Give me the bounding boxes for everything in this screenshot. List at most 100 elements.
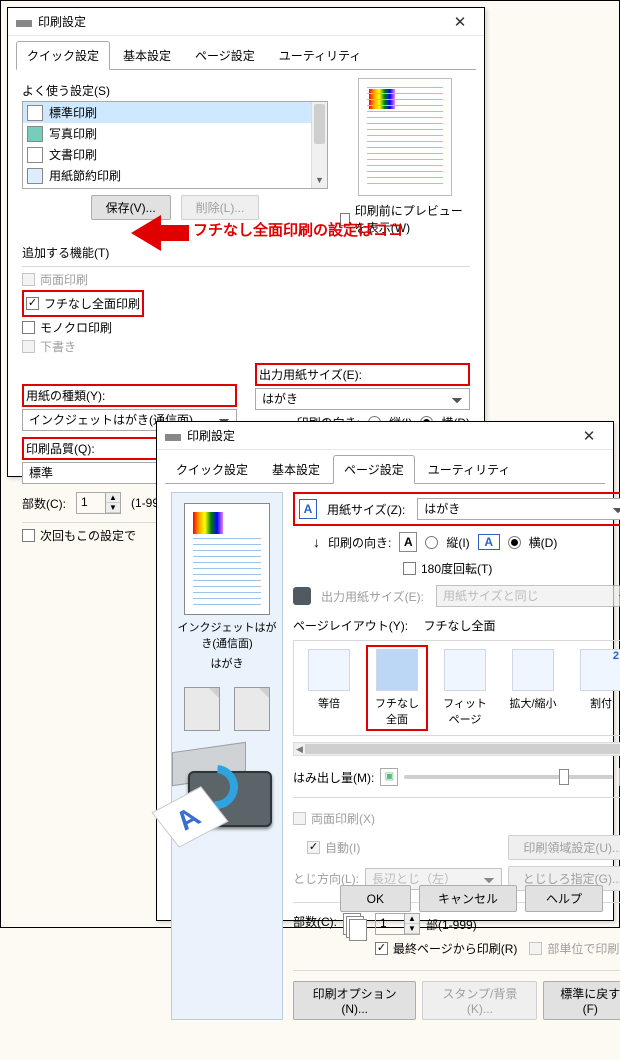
orient-label: 印刷の向き: <box>328 534 391 551</box>
landscape-page-icon[interactable] <box>234 687 270 731</box>
envelope-icon <box>27 189 43 190</box>
scrollbar[interactable]: ▲▼ <box>311 102 327 188</box>
close-icon[interactable]: ✕ <box>440 8 480 36</box>
layout-opt-fit[interactable]: フィットページ <box>436 647 494 729</box>
close-icon[interactable]: ✕ <box>569 422 609 450</box>
tab-basic[interactable]: 基本設定 <box>261 455 331 484</box>
printer-small-icon <box>293 587 311 605</box>
copies-label: 部数(C): <box>22 495 66 512</box>
copies-label: 部数(C): <box>293 913 337 930</box>
extend-min-icon: ▣ <box>380 768 398 786</box>
photo-icon <box>27 126 43 142</box>
checkbox-icon <box>403 562 416 575</box>
preview-caption: インクジェットはがき(通信面) <box>172 619 282 651</box>
list-item: 封筒印刷 <box>23 186 327 189</box>
tab-page[interactable]: ページ設定 <box>184 41 266 70</box>
auto-checkbox: 自動(I) <box>307 839 360 856</box>
checkbox-icon <box>26 297 39 310</box>
orient-landscape-radio[interactable] <box>508 536 521 549</box>
ok-button[interactable]: OK <box>340 885 411 912</box>
layout-opt-normal[interactable]: 等倍 <box>300 647 358 729</box>
preview-pane: インクジェットはがき(通信面) はがき A <box>171 492 283 1020</box>
printer-icon <box>165 428 181 444</box>
list-item: 標準印刷 <box>23 102 327 123</box>
checkbox-icon <box>375 942 388 955</box>
portrait-a-icon: A <box>399 532 417 552</box>
titlebar: 印刷設定 ✕ <box>157 422 613 450</box>
layout-opt-scale[interactable]: 拡大/縮小 <box>504 647 562 729</box>
monochrome-checkbox[interactable]: モノクロ印刷 <box>22 319 470 336</box>
tab-utility[interactable]: ユーティリティ <box>268 41 373 70</box>
delete-preset-button: 削除(L)... <box>181 195 260 220</box>
down-arrow-icon: ↓ <box>313 534 320 550</box>
spinner-up-icon: ▲ <box>106 493 120 503</box>
tabs: クイック設定 基本設定 ページ設定 ユーティリティ <box>165 454 605 484</box>
last-page-first-checkbox[interactable]: 最終ページから印刷(R) <box>375 940 517 957</box>
checkbox-icon <box>293 812 306 825</box>
dialog-title: 印刷設定 <box>38 13 86 30</box>
copies-spinner[interactable]: 1▲▼ <box>375 913 420 935</box>
page-layout-label: ページレイアウト(Y): <box>293 617 408 634</box>
presets-listbox[interactable]: 標準印刷 写真印刷 文書印刷 用紙節約印刷 封筒印刷 ▲▼ <box>22 101 328 189</box>
rotate-180-checkbox[interactable]: 180度回転(T) <box>403 560 620 577</box>
layout-opt-borderless[interactable]: フチなし全面 <box>368 647 426 729</box>
print-option-button[interactable]: 印刷オプション(N)... <box>293 981 416 1020</box>
spinner-up-icon: ▲ <box>405 914 419 924</box>
duplex-checkbox: 両面印刷(X) <box>293 810 375 827</box>
print-area-button: 印刷領域設定(U)... <box>508 835 620 860</box>
layout-options: 等倍 フチなし全面 フィットページ 拡大/縮小 2割付 <box>293 640 620 736</box>
cancel-button[interactable]: キャンセル <box>419 885 517 912</box>
checkbox-icon <box>22 529 35 542</box>
dialog-title: 印刷設定 <box>187 427 235 444</box>
preview-caption2: はがき <box>211 655 244 671</box>
layout-opt-nup[interactable]: 2割付 <box>572 647 620 729</box>
extend-slider[interactable] <box>404 775 613 779</box>
list-item: 文書印刷 <box>23 144 327 165</box>
portrait-page-icon[interactable] <box>184 687 220 731</box>
list-item: 用紙節約印刷 <box>23 165 327 186</box>
tabs: クイック設定 基本設定 ページ設定 ユーティリティ <box>16 40 476 70</box>
page-size-icon: A <box>299 499 317 519</box>
checkbox-icon <box>307 841 320 854</box>
help-button[interactable]: ヘルプ <box>525 885 603 912</box>
add-features-label: 追加する機能(T) <box>22 246 109 260</box>
paper-size-label: 用紙サイズ(Z): <box>327 501 405 518</box>
printer-icon <box>16 14 32 30</box>
highlight-output-size: 出力用紙サイズ(E): <box>255 363 470 386</box>
dialog-footer: OK キャンセル ヘルプ <box>340 885 603 912</box>
rainbow-icon <box>193 512 223 534</box>
borderless-checkbox[interactable]: フチなし全面印刷 <box>26 295 140 312</box>
stamp-button: スタンプ/背景(K)... <box>422 981 537 1020</box>
spinner-down-icon: ▼ <box>106 503 120 513</box>
list-item: 写真印刷 <box>23 123 327 144</box>
page-layout-current: フチなし全面 <box>423 617 495 634</box>
save-preset-button[interactable]: 保存(V)... <box>91 195 171 220</box>
annotation-arrow-text: フチなし全面印刷の設定はココ <box>193 219 403 240</box>
page-icon <box>27 105 43 121</box>
tab-page[interactable]: ページ設定 <box>333 455 415 484</box>
horizontal-scrollbar[interactable]: ◀▶ <box>293 742 620 756</box>
checkbox-icon <box>22 340 35 353</box>
pages-stack-icon <box>343 913 369 943</box>
output-size-select[interactable]: はがき <box>255 388 470 410</box>
tab-quick[interactable]: クイック設定 <box>16 41 110 70</box>
presets-label: よく使う設定(S) <box>22 84 110 98</box>
checkbox-icon <box>529 942 542 955</box>
tab-basic[interactable]: 基本設定 <box>112 41 182 70</box>
checkbox-icon <box>22 321 35 334</box>
page-preview <box>184 503 270 615</box>
per-copy-checkbox: 部単位で印刷(L) <box>529 940 620 957</box>
copies-spinner[interactable]: 1▲▼ <box>76 492 121 514</box>
paper-size-select[interactable]: はがき <box>417 498 620 520</box>
eco-icon <box>27 168 43 184</box>
output-size-select: 用紙サイズと同じ <box>436 585 620 607</box>
landscape-a-icon: A <box>478 534 500 550</box>
titlebar: 印刷設定 ✕ <box>8 8 484 36</box>
reset-defaults-button[interactable]: 標準に戻す(F) <box>543 981 620 1020</box>
tab-quick[interactable]: クイック設定 <box>165 455 259 484</box>
orient-portrait-radio[interactable] <box>425 536 438 549</box>
tab-utility[interactable]: ユーティリティ <box>417 455 522 484</box>
print-settings-dialog-page: 印刷設定 ✕ クイック設定 基本設定 ページ設定 ユーティリティ インクジェット… <box>156 421 614 921</box>
doc-icon <box>27 147 43 163</box>
page-preview <box>358 78 452 196</box>
